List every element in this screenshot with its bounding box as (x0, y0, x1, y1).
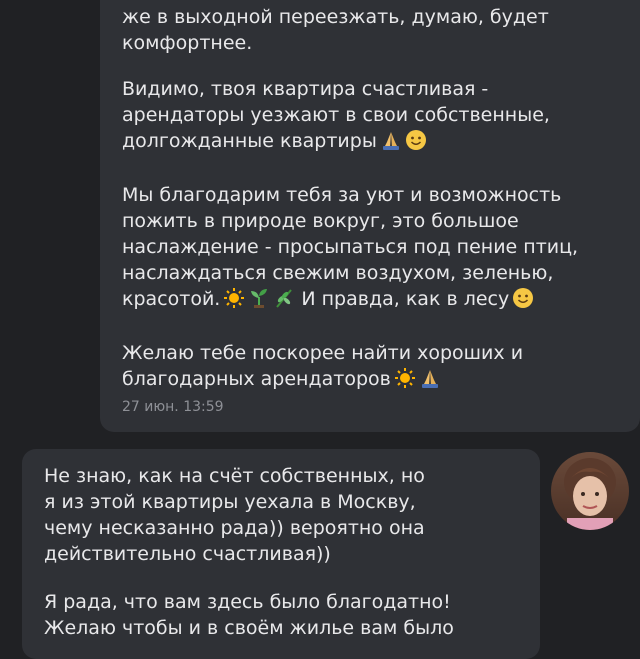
message-line-text: долгожданные квартиры (122, 130, 377, 152)
message-line: красотой. И правда, как в лесу (122, 286, 578, 316)
message-paragraph-3: Мы благодарим тебя за уют и возможность … (122, 182, 578, 316)
message-paragraph-2: Я рада, что вам здесь было благодатно! Ж… (44, 589, 454, 641)
message-line: Не знаю, как на счёт собственных, но (44, 465, 425, 487)
message-line-text: И правда, как в лесу (295, 288, 510, 310)
sun-icon (394, 367, 416, 396)
avatar[interactable] (551, 452, 629, 530)
avatar-image (564, 458, 616, 530)
message-line: действительно счастливая)) (44, 543, 331, 565)
message-line: Желаю чтобы и в своём жилье вам было (44, 617, 454, 639)
message-line: арендаторы уезжают в свои собственные, (122, 104, 550, 126)
message-line: Мы благодарим тебя за уют и возможность (122, 184, 562, 206)
smile-icon (512, 287, 534, 316)
pray-icon (380, 129, 402, 158)
message-line: я из этой квартиры уехала в Москву, (44, 491, 416, 513)
smile-icon (405, 129, 427, 158)
outgoing-message-bubble[interactable]: Не знаю, как на счёт собственных, но я и… (22, 449, 540, 659)
message-paragraph-1: Не знаю, как на счёт собственных, но я и… (44, 463, 425, 567)
message-line: благодарных арендаторов (122, 366, 523, 396)
message-line: долгожданные квартиры (122, 128, 550, 158)
message-line: чему несказанно рада)) вероятно она (44, 517, 425, 539)
message-line: Видимо, твоя квартира счастливая - (122, 78, 489, 100)
message-paragraph-2: Видимо, твоя квартира счастливая - аренд… (122, 76, 550, 158)
message-line: пожить в природе вокруг, это большое (122, 210, 519, 232)
herb-icon (273, 287, 295, 316)
message-paragraph-1: же в выходной переезжать, думаю, будет к… (122, 4, 549, 56)
message-line: Желаю тебе поскорее найти хороших и (122, 342, 524, 364)
pray-icon (419, 367, 441, 396)
sun-icon (223, 287, 245, 316)
incoming-message-bubble[interactable]: же в выходной переезжать, думаю, будет к… (100, 0, 640, 432)
message-line-text: благодарных арендаторов (122, 368, 391, 390)
seedling-icon (248, 287, 270, 316)
message-line: же в выходной переезжать, думаю, будет (122, 6, 549, 28)
message-timestamp: 27 июн. 13:59 (122, 399, 224, 415)
message-line-text: красотой. (122, 288, 221, 310)
message-line: наслаждение - просыпаться под пение птиц… (122, 236, 579, 258)
message-line: Я рада, что вам здесь было благодатно! (44, 591, 451, 613)
message-paragraph-4: Желаю тебе поскорее найти хороших и благ… (122, 340, 523, 396)
message-line: комфортнее. (122, 32, 253, 54)
message-line: наслаждаться свежим воздухом, зеленью, (122, 262, 554, 284)
